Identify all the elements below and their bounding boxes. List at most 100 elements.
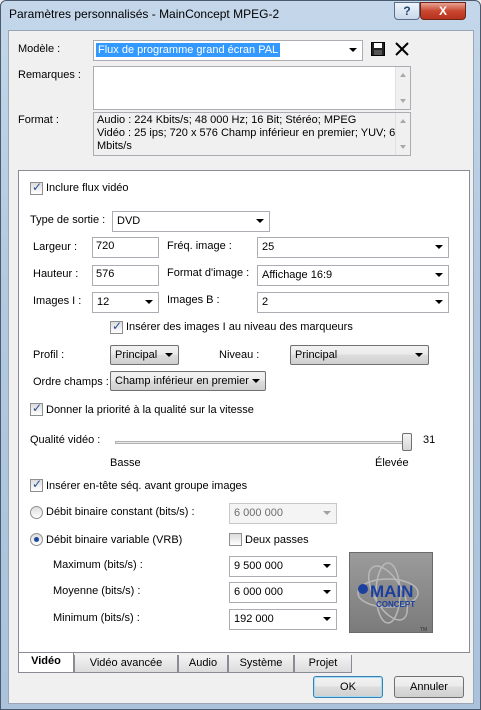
dialog-window: Paramètres personnalisés - MainConcept M…	[0, 0, 481, 710]
scroll-down-icon[interactable]	[400, 145, 406, 149]
format-line-video: Vidéo : 25 ips; 720 x 576 Champ inférieu…	[97, 127, 396, 139]
close-button[interactable]: X	[420, 2, 466, 20]
help-button[interactable]: ?	[394, 2, 420, 20]
remarks-textarea[interactable]	[93, 66, 411, 110]
format-line-audio: Audio : 224 Kbits/s; 48 000 Hz; 16 Bit; …	[97, 114, 357, 126]
video-tab-panel: Inclure flux vidéo Type de sortie : DVD …	[18, 170, 470, 653]
save-icon[interactable]	[371, 42, 385, 56]
profile-label: Profil :	[33, 349, 65, 361]
chevron-down-icon	[323, 617, 331, 621]
avg-bitrate-combo[interactable]: 6 000 000	[229, 582, 337, 603]
avg-bitrate-value: 6 000 000	[234, 586, 283, 598]
vbr-label: Débit binaire variable (VRB)	[46, 534, 183, 546]
chevron-down-icon	[323, 511, 331, 515]
remarks-label: Remarques :	[18, 69, 81, 81]
chevron-down-icon	[435, 245, 443, 249]
model-combo[interactable]: Flux de programme grand écran PAL	[93, 40, 363, 61]
insert-i-frames-label: Insérer des images I au niveau des marqu…	[126, 321, 353, 333]
chevron-down-icon	[165, 353, 173, 357]
height-input[interactable]: 576	[92, 265, 159, 286]
logo-main-text: MAIN	[370, 582, 413, 601]
quality-max-label: Élevée	[375, 457, 409, 469]
height-label: Hauteur :	[33, 268, 79, 280]
two-pass-label: Deux passes	[245, 534, 309, 546]
cbr-radio[interactable]	[30, 506, 43, 519]
cancel-button[interactable]: Annuler	[394, 676, 464, 698]
quality-slider-track[interactable]	[115, 441, 411, 444]
level-label: Niveau :	[219, 349, 260, 361]
i-frames-combo[interactable]: 12	[92, 292, 159, 313]
seq-header-checkbox[interactable]	[30, 477, 43, 492]
tab-system[interactable]: Système	[228, 655, 294, 673]
insert-i-frames-checkbox[interactable]	[110, 319, 123, 334]
max-bitrate-combo[interactable]: 9 500 000	[229, 556, 337, 577]
width-input[interactable]: 720	[92, 237, 159, 258]
tab-project[interactable]: Projet	[294, 655, 352, 673]
format-scrollbar[interactable]	[395, 113, 410, 155]
cbr-combo[interactable]: 6 000 000	[229, 503, 337, 524]
aspect-label: Format d'image :	[167, 267, 250, 279]
chevron-down-icon	[435, 300, 443, 304]
chevron-down-icon	[323, 590, 331, 594]
min-bitrate-value: 192 000	[234, 613, 274, 625]
title-bar[interactable]: Paramètres personnalisés - MainConcept M…	[1, 1, 480, 29]
field-order-combo[interactable]: Champ inférieur en premier	[110, 371, 266, 391]
mainconcept-logo: MAIN CONCEPT TM	[349, 552, 433, 633]
format-info: Audio : 224 Kbits/s; 48 000 Hz; 16 Bit; …	[93, 112, 411, 156]
quality-priority-label: Donner la priorité à la qualité sur la v…	[46, 404, 254, 416]
chevron-down-icon	[349, 48, 357, 52]
field-order-value: Champ inférieur en premier	[115, 375, 249, 387]
cbr-value: 6 000 000	[234, 507, 283, 519]
max-bitrate-label: Maximum (bits/s) :	[53, 559, 143, 571]
cbr-label: Débit binaire constant (bits/s) :	[46, 506, 195, 518]
profile-combo[interactable]: Principal	[110, 345, 179, 365]
field-order-label: Ordre champs :	[33, 376, 109, 388]
chevron-down-icon	[145, 300, 153, 304]
model-label: Modèle :	[18, 43, 61, 55]
aspect-value: Affichage 16:9	[262, 269, 333, 281]
ok-button[interactable]: OK	[313, 676, 383, 698]
seq-header-label: Insérer en-tête séq. avant groupe images	[46, 480, 248, 492]
max-bitrate-value: 9 500 000	[234, 560, 283, 572]
include-video-checkbox[interactable]	[30, 180, 43, 195]
output-type-label: Type de sortie :	[30, 214, 106, 226]
model-value: Flux de programme grand écran PAL	[96, 43, 281, 57]
framerate-combo[interactable]: 25	[257, 237, 449, 258]
quality-priority-checkbox[interactable]	[30, 401, 43, 416]
output-type-combo[interactable]: DVD	[112, 211, 270, 232]
delete-icon[interactable]	[395, 42, 409, 56]
min-bitrate-combo[interactable]: 192 000	[229, 609, 337, 630]
i-frames-label: Images I :	[33, 295, 82, 307]
tab-video[interactable]: Vidéo	[18, 653, 74, 673]
aspect-combo[interactable]: Affichage 16:9	[257, 265, 449, 286]
width-label: Largeur :	[33, 241, 78, 253]
framerate-label: Fréq. image :	[167, 240, 232, 252]
dialog-client-area: Modèle : Flux de programme grand écran P…	[8, 30, 474, 704]
level-combo[interactable]: Principal	[290, 345, 429, 365]
avg-bitrate-label: Moyenne (bits/s) :	[53, 585, 141, 597]
b-frames-combo[interactable]: 2	[257, 292, 449, 313]
output-type-value: DVD	[117, 215, 141, 227]
include-video-label: Inclure flux vidéo	[46, 182, 129, 194]
min-bitrate-label: Minimum (bits/s) :	[53, 612, 140, 624]
scroll-up-icon[interactable]	[400, 73, 406, 77]
tab-advanced-video[interactable]: Vidéo avancée	[74, 655, 178, 673]
format-line-bitrate: Mbits/s	[97, 140, 132, 152]
chevron-down-icon	[323, 564, 331, 568]
window-title: Paramètres personnalisés - MainConcept M…	[9, 7, 280, 21]
chevron-down-icon	[435, 273, 443, 277]
scroll-up-icon[interactable]	[400, 119, 406, 123]
vbr-radio[interactable]	[30, 533, 43, 546]
logo-tm-text: TM	[420, 627, 427, 633]
scroll-down-icon[interactable]	[400, 99, 406, 103]
quality-value: 31	[423, 434, 436, 446]
i-frames-value: 12	[97, 296, 110, 308]
format-label: Format :	[18, 114, 59, 126]
tab-audio[interactable]: Audio	[178, 655, 228, 673]
remarks-scrollbar[interactable]	[395, 67, 410, 109]
b-frames-label: Images B :	[167, 294, 220, 306]
quality-slider-thumb[interactable]	[402, 433, 412, 451]
profile-value: Principal	[115, 349, 158, 361]
two-pass-checkbox[interactable]	[229, 533, 242, 546]
mainconcept-logo-graphic: MAIN CONCEPT TM	[357, 562, 427, 633]
